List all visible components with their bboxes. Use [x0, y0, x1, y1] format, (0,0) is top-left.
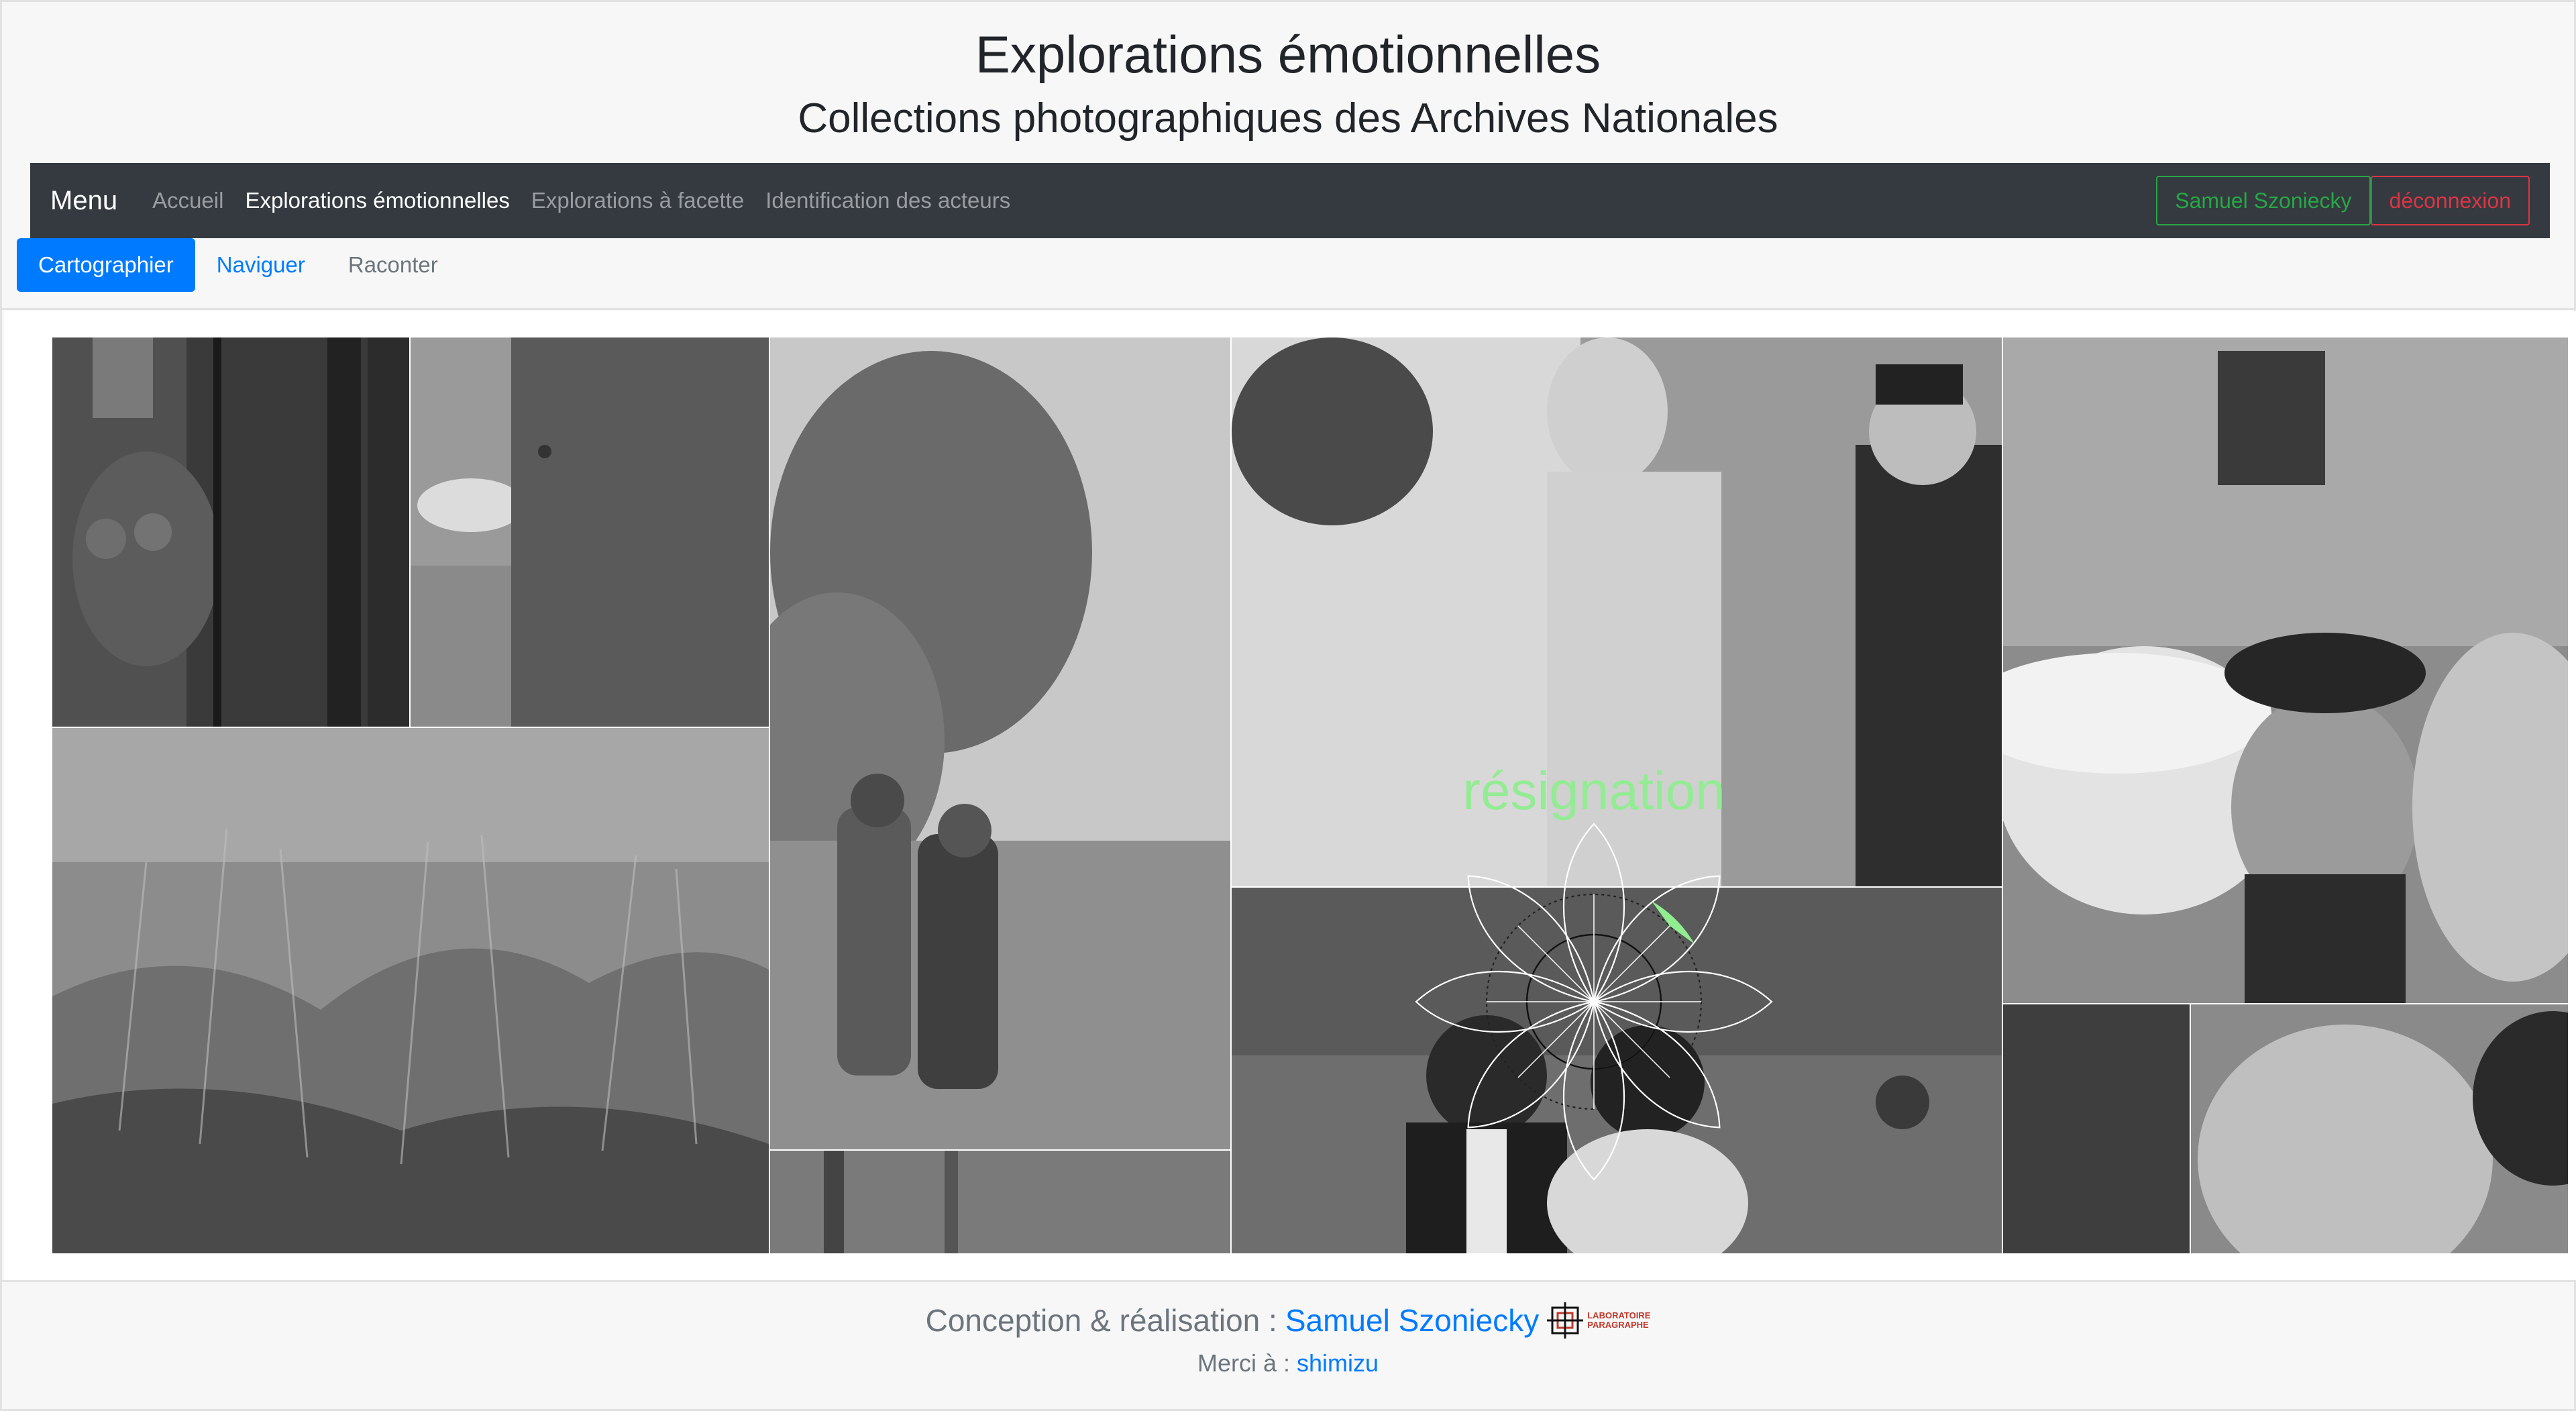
thanks-prefix: Merci à : — [1197, 1349, 1290, 1377]
page-title: Explorations émotionnelles — [975, 25, 1601, 84]
view-tabs: Cartographier Naviguer Raconter — [17, 238, 460, 292]
main-navbar: Menu Accueil Explorations émotionnelles … — [30, 163, 2550, 238]
credit-prefix: Conception & réalisation : — [925, 1303, 1277, 1338]
navbar-user-actions: Samuel Szoniecky déconnexion — [2156, 176, 2530, 225]
credit-line: Conception & réalisation : Samuel Szonie… — [2, 1302, 2574, 1339]
tab-naviguer[interactable]: Naviguer — [195, 238, 327, 292]
photo-tile[interactable] — [769, 336, 1232, 1151]
tab-raconter[interactable]: Raconter — [327, 238, 460, 292]
page-subtitle: Collections photographiques des Archives… — [798, 95, 1778, 142]
divider-top — [2, 308, 2574, 310]
credit-author-link[interactable]: Samuel Szoniecky — [1285, 1302, 1539, 1339]
user-button[interactable]: Samuel Szoniecky — [2156, 176, 2371, 225]
photo-tile[interactable] — [769, 1149, 1232, 1255]
logo-line-1: LABORATOIRE — [1587, 1310, 1651, 1320]
thanks-link[interactable]: shimizu — [1297, 1349, 1379, 1377]
photo-tile[interactable] — [2190, 1003, 2569, 1255]
page: Explorations émotionnelles Collections p… — [0, 0, 2576, 1411]
nav-link-identification-acteurs[interactable]: Identification des acteurs — [765, 188, 1010, 213]
thanks-line: Merci à : shimizu — [2, 1349, 2574, 1377]
nav-link-accueil[interactable]: Accueil — [152, 188, 223, 213]
paragraphe-logo-icon — [1547, 1302, 1584, 1339]
photo-tile[interactable] — [2002, 1003, 2191, 1255]
logout-button[interactable]: déconnexion — [2370, 176, 2530, 225]
photo-tile[interactable] — [51, 727, 770, 1255]
emotion-wheel[interactable]: résignation — [1399, 760, 1788, 1190]
laboratoire-paragraphe-logo[interactable]: LABORATOIRE PARAGRAPHE — [1547, 1302, 1650, 1339]
nav-link-explorations-emotionnelles[interactable]: Explorations émotionnelles — [245, 188, 509, 213]
photo-tile[interactable] — [51, 336, 411, 728]
emotion-rose-chart[interactable] — [1399, 760, 1788, 1190]
footer: Conception & réalisation : Samuel Szonie… — [2, 1282, 2574, 1411]
main-area: résignation — [4, 311, 2576, 1280]
photo-tile[interactable] — [409, 336, 770, 728]
header: Explorations émotionnelles Collections p… — [2, 2, 2574, 146]
photo-tile[interactable] — [2002, 336, 2569, 1004]
navbar-brand-menu[interactable]: Menu — [50, 186, 117, 216]
tab-cartographier[interactable]: Cartographier — [17, 238, 195, 292]
nav-link-explorations-facette[interactable]: Explorations à facette — [531, 188, 744, 213]
logo-line-2: PARAGRAPHE — [1587, 1320, 1649, 1330]
photo-mosaic — [51, 336, 2569, 1255]
